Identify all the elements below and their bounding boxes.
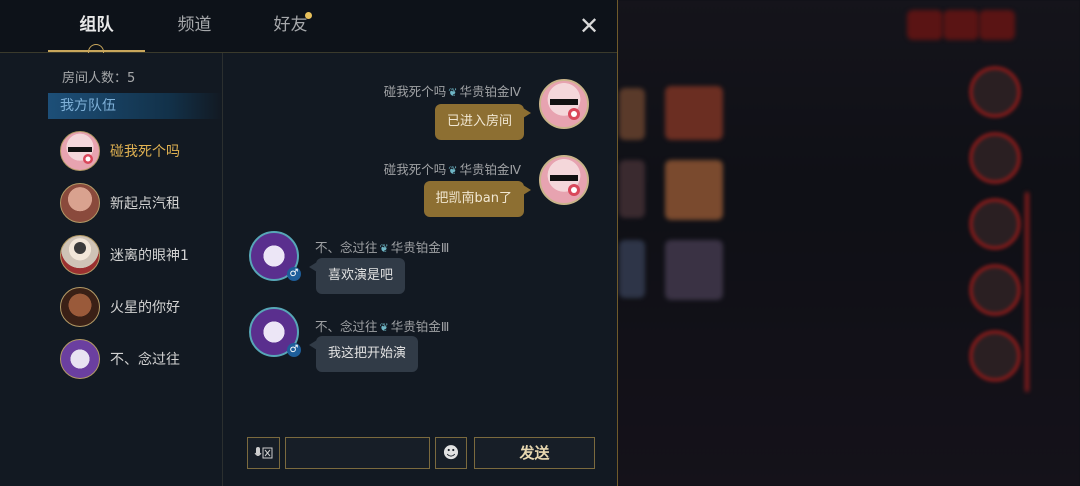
member-item[interactable]: 迷离的眼神1 [60,235,220,275]
blurred-player-slot [969,198,1021,250]
male-gender-icon: ♂ [287,343,301,357]
blurred-player-slot [969,264,1021,316]
blurred-top-button [943,10,979,40]
close-button[interactable]: ✕ [578,12,600,40]
blurred-hero-tile [665,86,723,140]
sender-name: 碰我死个吗 [383,84,447,99]
chat-input[interactable] [285,437,430,469]
send-button[interactable]: 发送 [474,437,595,469]
tab-team[interactable]: 组队 [48,8,145,42]
blurred-player-slot [969,132,1021,184]
message-bubble: 喜欢演是吧 [308,258,406,294]
sender-rank: 华贵铂金Ⅲ [390,319,450,334]
rank-icon: ❦ [379,242,389,255]
member-item[interactable]: 火星的你好 [60,287,220,327]
member-item[interactable]: 碰我死个吗 [60,131,220,171]
sender-name: 不、念过往 [315,240,378,255]
message-sender: 碰我死个吗 ❦ 华贵铂金Ⅳ [384,81,521,100]
rank-icon: ❦ [448,86,458,99]
rank-icon: ❦ [448,164,458,177]
avatar [60,287,100,327]
sender-name: 不、念过往 [315,319,378,334]
member-name: 迷离的眼神1 [110,248,189,264]
blurred-hero-tile [665,240,723,300]
room-count: 房间人数：5 [62,71,136,86]
member-name: 火星的你好 [110,300,180,316]
blurred-top-button [979,10,1015,40]
sender-rank: 华贵铂金Ⅳ [459,162,521,177]
avatar[interactable] [539,79,589,129]
member-name: 新起点汽租 [110,196,180,212]
blurred-player-slot [969,66,1021,118]
tab-channel[interactable]: 频道 [146,8,243,42]
avatar [60,183,100,223]
message-sender: 不、念过往 ❦ 华贵铂金Ⅲ [315,237,449,256]
team-list: 房间人数：5 我方队伍 碰我死个吗 新起点汽租 迷离的眼神1 火星的你好 不、念… [0,53,223,486]
tab-friends[interactable]: 好友 [242,8,339,42]
emoji-button[interactable]: ☻ [435,437,467,469]
team-header: 我方队伍 [48,93,222,119]
tab-bar: 组队 频道 好友 ✕ [0,0,617,53]
avatar[interactable] [539,155,589,205]
active-tab-underline [48,50,145,52]
voice-toggle-button[interactable] [247,437,280,469]
message-sender: 碰我死个吗 ❦ 华贵铂金Ⅳ [384,159,521,178]
member-name: 不、念过往 [110,352,180,368]
member-item[interactable]: 不、念过往 [60,339,220,379]
blurred-hero-tile [619,160,645,218]
sender-rank: 华贵铂金Ⅲ [390,240,450,255]
blurred-hero-tile [619,88,645,140]
game-background [617,0,1080,486]
chat-panel: 组队 频道 好友 ✕ 9066005 房间人数：5 我方队伍 碰我死个吗 新起点… [0,0,618,486]
blurred-hero-tile [665,160,723,220]
member-item[interactable]: 新起点汽租 [60,183,220,223]
blurred-hero-tile [619,240,645,298]
chat-area: 碰我死个吗 ❦ 华贵铂金Ⅳ 已进入房间 碰我死个吗 ❦ 华贵铂金Ⅳ 把凯南ban了 ♂ … [223,53,617,486]
message-bubble: 我这把开始演 [308,336,419,372]
smiley-icon: ☻ [442,443,460,462]
message-bubble: 已进入房间 [434,104,532,140]
blurred-top-button [907,10,943,40]
member-name: 碰我死个吗 [110,144,180,160]
avatar [60,235,100,275]
microphone-icon [254,447,272,459]
sender-name: 碰我死个吗 [383,162,447,177]
message-bubble: 把凯南ban了 [423,181,532,217]
sender-rank: 华贵铂金Ⅳ [459,84,521,99]
rank-icon: ❦ [379,321,389,334]
avatar [60,339,100,379]
notification-dot-icon [305,12,312,19]
blurred-scrollbar [1025,192,1029,392]
avatar [60,131,100,171]
male-gender-icon: ♂ [287,267,301,281]
message-sender: 不、念过往 ❦ 华贵铂金Ⅲ [315,316,449,335]
blurred-player-slot [969,330,1021,382]
